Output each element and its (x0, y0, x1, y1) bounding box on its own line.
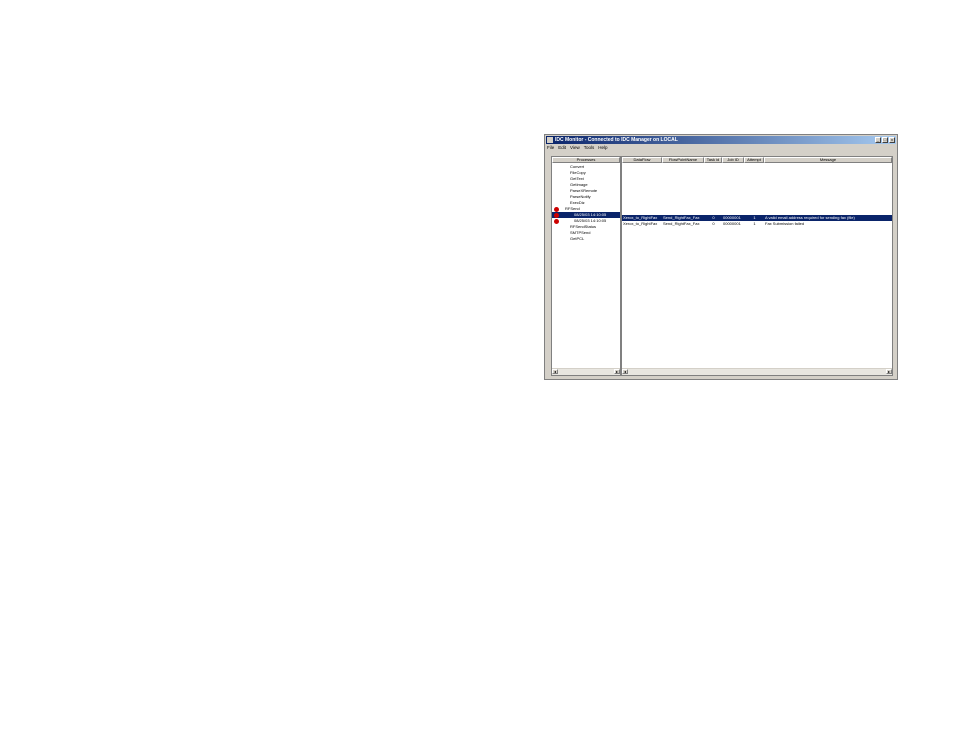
cell-attempt: 1 (753, 221, 756, 226)
menu-bar: File Edit View Tools Help (547, 145, 608, 151)
tree-item-label: 08/25/03 14:10:05 (574, 218, 607, 223)
cell-task-id: 0 (712, 221, 715, 226)
processes-column-header[interactable]: Processes (552, 157, 620, 163)
app-icon (547, 137, 553, 143)
minimize-button[interactable]: _ (875, 137, 881, 143)
tree-item-label: RFSend (565, 206, 580, 211)
menu-edit[interactable]: Edit (558, 145, 566, 151)
window-title: IDC Monitor - Connected to IDC Manager o… (555, 137, 678, 143)
scroll-left-icon[interactable]: ◂ (552, 369, 558, 374)
menu-view[interactable]: View (570, 145, 580, 151)
tree-item-getpcl[interactable]: GetPCL (552, 236, 620, 242)
cell-dataflow: Xerox_to_RightFax (623, 221, 658, 226)
scroll-left-icon[interactable]: ◂ (622, 369, 628, 374)
job-details-pane: DataFlow FlowPointName Task id Job ID At… (621, 156, 893, 376)
column-header-flowpointname[interactable]: FlowPointName (662, 157, 704, 163)
error-icon (554, 206, 559, 212)
left-horizontal-scrollbar[interactable]: ◂ ▸ (552, 368, 620, 375)
idc-monitor-window: IDC Monitor - Connected to IDC Manager o… (544, 134, 898, 380)
column-header-attempt[interactable]: Attempt (744, 157, 764, 163)
title-bar[interactable]: IDC Monitor - Connected to IDC Manager o… (546, 136, 896, 144)
cell-message: Fax Submission failed (765, 221, 805, 226)
maximize-button[interactable]: □ (882, 137, 888, 143)
scroll-right-icon[interactable]: ▸ (886, 369, 892, 374)
cell-flowpointname: Send_RightFax_Fax (663, 221, 700, 226)
table-row[interactable]: Xerox_to_RightFax Send_RightFax_Fax 0 00… (622, 221, 892, 227)
menu-tools[interactable]: Tools (584, 145, 595, 151)
cell-job-id: 00000001 (723, 221, 741, 226)
error-icon (554, 212, 559, 218)
column-header-job-id[interactable]: Job ID (722, 157, 744, 163)
process-tree: Convert FileCopy GetText GetImage ParseX… (552, 164, 620, 242)
process-tree-pane: Processes Convert FileCopy GetText GetIm… (551, 156, 621, 376)
right-horizontal-scrollbar[interactable]: ◂ ▸ (622, 368, 892, 375)
menu-help[interactable]: Help (598, 145, 607, 151)
column-header-message[interactable]: Message (764, 157, 892, 163)
scroll-right-icon[interactable]: ▸ (614, 369, 620, 374)
error-icon (554, 218, 559, 224)
menu-file[interactable]: File (547, 145, 554, 151)
column-header-dataflow[interactable]: DataFlow (622, 157, 662, 163)
tree-item-label: 08/25/03 14:10:05 (574, 212, 607, 217)
close-button[interactable]: x (889, 137, 895, 143)
column-header-task-id[interactable]: Task id (704, 157, 722, 163)
